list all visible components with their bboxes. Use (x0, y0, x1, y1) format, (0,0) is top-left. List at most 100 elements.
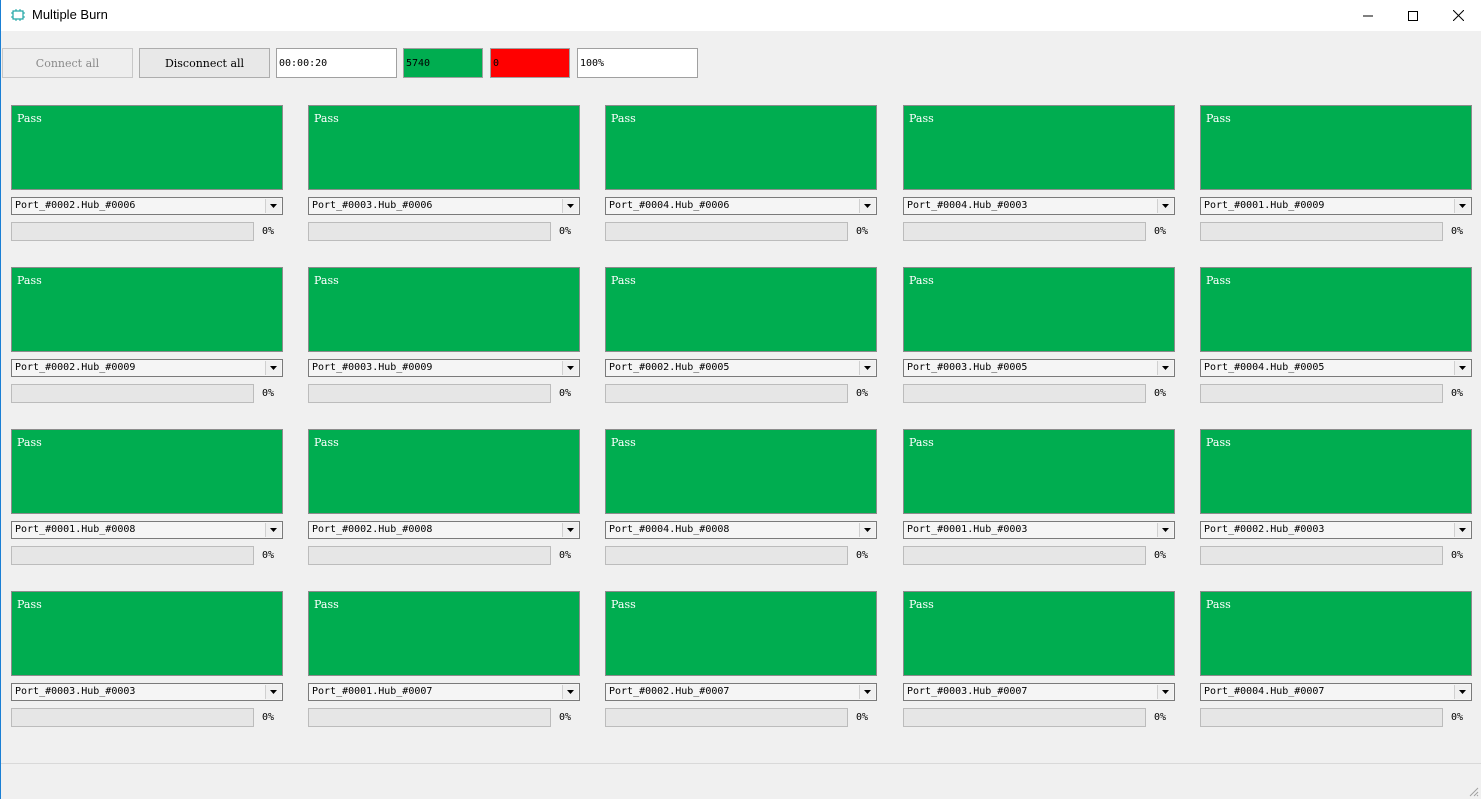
progress-percent: 0% (1154, 226, 1167, 237)
port-select[interactable]: Port_#0004.Hub_#0003 (903, 197, 1175, 215)
port-select-value: Port_#0002.Hub_#0007 (609, 686, 730, 697)
status-box: Pass (1200, 429, 1472, 514)
dropdown-button[interactable] (1454, 361, 1470, 375)
title-bar[interactable]: Multiple Burn (1, 0, 1481, 31)
dropdown-button[interactable] (1454, 685, 1470, 699)
progress-bar (605, 546, 848, 565)
dropdown-button[interactable] (265, 361, 281, 375)
dropdown-button[interactable] (1157, 361, 1173, 375)
progress-bar (308, 708, 551, 727)
port-select[interactable]: Port_#0002.Hub_#0006 (11, 197, 283, 215)
chevron-down-icon (270, 528, 277, 532)
dropdown-button[interactable] (562, 523, 578, 537)
close-button[interactable] (1435, 0, 1481, 31)
dropdown-button[interactable] (859, 361, 875, 375)
dropdown-button[interactable] (859, 523, 875, 537)
port-select[interactable]: Port_#0004.Hub_#0007 (1200, 683, 1472, 701)
dropdown-button[interactable] (1454, 523, 1470, 537)
progress-percent: 0% (1154, 550, 1167, 561)
port-select[interactable]: Port_#0003.Hub_#0005 (903, 359, 1175, 377)
dropdown-button[interactable] (1454, 199, 1470, 213)
status-box: Pass (11, 105, 283, 190)
port-select-value: Port_#0002.Hub_#0008 (312, 524, 433, 535)
port-select[interactable]: Port_#0002.Hub_#0009 (11, 359, 283, 377)
slot-16: Pass Port_#0003.Hub_#0003 0% (11, 591, 283, 731)
dropdown-button[interactable] (1157, 685, 1173, 699)
port-select[interactable]: Port_#0001.Hub_#0008 (11, 521, 283, 539)
port-select[interactable]: Port_#0002.Hub_#0008 (308, 521, 580, 539)
progress-bar (1200, 222, 1443, 241)
progress-percent: 0% (856, 550, 869, 561)
dropdown-button[interactable] (265, 523, 281, 537)
slot-4: Pass Port_#0004.Hub_#0003 0% (903, 105, 1175, 245)
port-select[interactable]: Port_#0001.Hub_#0003 (903, 521, 1175, 539)
port-select[interactable]: Port_#0003.Hub_#0006 (308, 197, 580, 215)
port-select[interactable]: Port_#0004.Hub_#0008 (605, 521, 877, 539)
maximize-button[interactable] (1390, 0, 1436, 31)
maximize-icon (1408, 10, 1418, 21)
progress-percent: 0% (262, 388, 275, 399)
status-box: Pass (1200, 267, 1472, 352)
status-text: Pass (611, 436, 636, 449)
port-select[interactable]: Port_#0001.Hub_#0009 (1200, 197, 1472, 215)
progress-percent: 0% (559, 226, 572, 237)
dropdown-button[interactable] (1157, 523, 1173, 537)
disconnect-all-button[interactable]: Disconnect all (139, 48, 270, 78)
progress-bar (308, 546, 551, 565)
progress-bar (1200, 546, 1443, 565)
status-box: Pass (903, 267, 1175, 352)
port-select[interactable]: Port_#0002.Hub_#0005 (605, 359, 877, 377)
dropdown-button[interactable] (562, 199, 578, 213)
status-text: Pass (314, 112, 339, 125)
slot-2: Pass Port_#0003.Hub_#0006 0% (308, 105, 580, 245)
slot-17: Pass Port_#0001.Hub_#0007 0% (308, 591, 580, 731)
chevron-down-icon (270, 204, 277, 208)
dropdown-button[interactable] (562, 685, 578, 699)
port-select[interactable]: Port_#0003.Hub_#0003 (11, 683, 283, 701)
port-select-value: Port_#0001.Hub_#0007 (312, 686, 433, 697)
port-select[interactable]: Port_#0002.Hub_#0003 (1200, 521, 1472, 539)
chevron-down-icon (864, 690, 871, 694)
slot-10: Pass Port_#0004.Hub_#0005 0% (1200, 267, 1472, 407)
progress-bar (11, 546, 254, 565)
dropdown-button[interactable] (562, 361, 578, 375)
status-text: Pass (1206, 598, 1231, 611)
dropdown-button[interactable] (1157, 199, 1173, 213)
status-text: Pass (611, 274, 636, 287)
slot-11: Pass Port_#0001.Hub_#0008 0% (11, 429, 283, 569)
progress-percent: 0% (1451, 712, 1464, 723)
port-select-value: Port_#0001.Hub_#0009 (1204, 200, 1325, 211)
port-select-value: Port_#0001.Hub_#0008 (15, 524, 136, 535)
chip-icon (11, 9, 25, 21)
status-box: Pass (11, 267, 283, 352)
progress-percent: 0% (1154, 388, 1167, 399)
progress-percent: 0% (1451, 388, 1464, 399)
dropdown-button[interactable] (265, 685, 281, 699)
dropdown-button[interactable] (265, 199, 281, 213)
progress-bar (903, 222, 1146, 241)
minimize-button[interactable] (1345, 0, 1391, 31)
progress-bar (1200, 708, 1443, 727)
resize-grip-icon[interactable] (1467, 785, 1479, 797)
dropdown-button[interactable] (859, 685, 875, 699)
port-select-value: Port_#0003.Hub_#0005 (907, 362, 1028, 373)
chevron-down-icon (1162, 204, 1169, 208)
port-select[interactable]: Port_#0001.Hub_#0007 (308, 683, 580, 701)
port-select[interactable]: Port_#0004.Hub_#0006 (605, 197, 877, 215)
status-text: Pass (314, 274, 339, 287)
total-progress-field: 100% (577, 48, 698, 78)
port-select[interactable]: Port_#0002.Hub_#0007 (605, 683, 877, 701)
dropdown-button[interactable] (859, 199, 875, 213)
port-select-value: Port_#0004.Hub_#0007 (1204, 686, 1325, 697)
port-select[interactable]: Port_#0003.Hub_#0009 (308, 359, 580, 377)
progress-bar (903, 546, 1146, 565)
connect-all-button[interactable]: Connect all (2, 48, 133, 78)
port-select[interactable]: Port_#0003.Hub_#0007 (903, 683, 1175, 701)
progress-bar (11, 222, 254, 241)
slot-3: Pass Port_#0004.Hub_#0006 0% (605, 105, 877, 245)
status-box: Pass (308, 429, 580, 514)
chevron-down-icon (1459, 528, 1466, 532)
slot-9: Pass Port_#0003.Hub_#0005 0% (903, 267, 1175, 407)
chevron-down-icon (864, 204, 871, 208)
port-select[interactable]: Port_#0004.Hub_#0005 (1200, 359, 1472, 377)
